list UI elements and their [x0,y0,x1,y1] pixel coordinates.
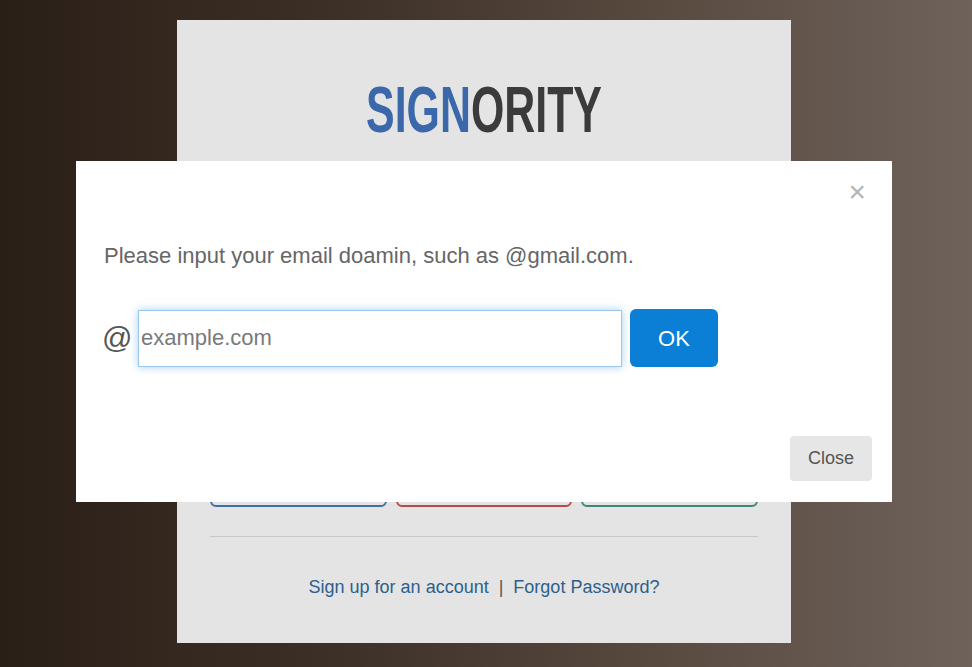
email-domain-dialog: × Please input your email doamin, such as… [76,161,892,502]
dialog-footer: Close [76,436,892,481]
logo-part: ORITY [471,74,602,146]
dialog-header: × [76,161,892,209]
divider [210,536,758,537]
at-prefix: @ [102,318,138,358]
logo: SIGNORITY [210,60,758,160]
close-icon[interactable]: × [848,175,866,209]
separator: | [499,575,504,599]
logo-part: SIGN [366,74,471,146]
forgot-password-link[interactable]: Forgot Password? [513,575,659,599]
ok-button[interactable]: OK [630,309,718,367]
close-button[interactable]: Close [790,436,872,481]
logo-text: SIGNORITY [366,75,602,145]
links: Sign up for an account | Forgot Password? [210,575,758,599]
signup-link[interactable]: Sign up for an account [309,575,489,599]
domain-input[interactable] [138,310,622,367]
page: SIGNORITY Sign up for an account | Forgot P… [0,0,972,667]
domain-row: @ OK [76,309,892,367]
dialog-message: Please input your email doamin, such as … [76,241,892,271]
